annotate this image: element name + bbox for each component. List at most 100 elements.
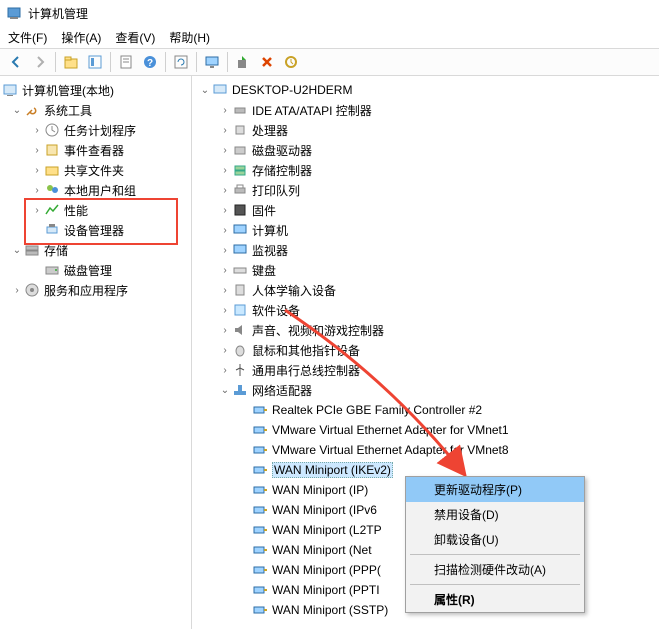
keyboard-icon: [232, 262, 248, 278]
up-button[interactable]: [60, 51, 82, 73]
menu-view[interactable]: 查看(V): [115, 29, 155, 46]
tree-devmgr[interactable]: 设备管理器: [0, 220, 191, 240]
tree-sound[interactable]: › 声音、视频和游戏控制器: [192, 320, 659, 340]
sound-icon: [232, 322, 248, 338]
net-adapter-icon: [252, 482, 268, 498]
tree-services[interactable]: › 服务和应用程序: [0, 280, 191, 300]
left-tree[interactable]: 计算机管理(本地) ⌄ 系统工具 › 任务计划程序 › 事件查看器 › 共享文件…: [0, 76, 192, 629]
tree-firmware[interactable]: ›固件: [192, 200, 659, 220]
tree-label: 软件设备: [252, 302, 300, 319]
event-icon: [44, 142, 60, 158]
tools-icon: [24, 102, 40, 118]
tree-shared[interactable]: › 共享文件夹: [0, 160, 191, 180]
collapse-icon[interactable]: ⌄: [198, 85, 212, 96]
forward-button[interactable]: [29, 51, 51, 73]
expand-icon[interactable]: ›: [30, 125, 44, 136]
tree-diskmgr[interactable]: 磁盘管理: [0, 260, 191, 280]
services-icon: [24, 282, 40, 298]
scan-button[interactable]: [280, 51, 302, 73]
expand-icon[interactable]: ›: [218, 245, 232, 256]
expand-icon[interactable]: ›: [218, 185, 232, 196]
tree-label: 事件查看器: [64, 142, 124, 159]
monitor-button[interactable]: [201, 51, 223, 73]
collapse-icon[interactable]: ⌄: [10, 245, 24, 256]
menu-help[interactable]: 帮助(H): [169, 29, 210, 46]
tree-label: 处理器: [252, 122, 288, 139]
expand-icon[interactable]: ›: [218, 285, 232, 296]
tree-monitor[interactable]: ›监视器: [192, 240, 659, 260]
tree-label: WAN Miniport (PPTI: [272, 583, 380, 597]
tree-perf[interactable]: › 性能: [0, 200, 191, 220]
expand-icon[interactable]: ›: [218, 105, 232, 116]
network-icon: [232, 382, 248, 398]
tree-adapter[interactable]: Realtek PCIe GBE Family Controller #2: [192, 400, 659, 420]
tree-keyboard[interactable]: › 键盘: [192, 260, 659, 280]
delete-button[interactable]: [256, 51, 278, 73]
tree-sys-tools[interactable]: ⌄ 系统工具: [0, 100, 191, 120]
expand-icon[interactable]: ›: [10, 285, 24, 296]
tree-storage-ctrl[interactable]: ›存储控制器: [192, 160, 659, 180]
tree-label: 打印队列: [252, 182, 300, 199]
ctx-scan-hardware[interactable]: 扫描检测硬件改动(A): [406, 557, 584, 582]
expand-icon[interactable]: ›: [30, 185, 44, 196]
expand-icon[interactable]: ›: [218, 125, 232, 136]
tree-adapter[interactable]: VMware Virtual Ethernet Adapter for VMne…: [192, 440, 659, 460]
tree-label: 鼠标和其他指针设备: [252, 342, 360, 359]
context-menu: 更新驱动程序(P) 禁用设备(D) 卸载设备(U) 扫描检测硬件改动(A) 属性…: [405, 476, 585, 613]
tree-netadapter[interactable]: ⌄ 网络适配器: [192, 380, 659, 400]
tree-usb[interactable]: ›通用串行总线控制器: [192, 360, 659, 380]
tree-event-viewer[interactable]: › 事件查看器: [0, 140, 191, 160]
menu-file[interactable]: 文件(F): [8, 29, 47, 46]
tree-label: 网络适配器: [252, 382, 312, 399]
collapse-icon[interactable]: ⌄: [218, 385, 232, 396]
expand-icon[interactable]: ›: [218, 225, 232, 236]
tree-disk[interactable]: ›磁盘驱动器: [192, 140, 659, 160]
users-icon: [44, 182, 60, 198]
tree-hid[interactable]: ›人体学输入设备: [192, 280, 659, 300]
expand-icon[interactable]: ›: [218, 305, 232, 316]
expand-icon[interactable]: ›: [218, 165, 232, 176]
collapse-icon[interactable]: ⌄: [10, 105, 24, 116]
enable-button[interactable]: [232, 51, 254, 73]
refresh-button[interactable]: [170, 51, 192, 73]
tree-computer[interactable]: ›计算机: [192, 220, 659, 240]
properties-button[interactable]: [115, 51, 137, 73]
tree-ide[interactable]: ›IDE ATA/ATAPI 控制器: [192, 100, 659, 120]
tree-label: 服务和应用程序: [44, 282, 128, 299]
tree-root[interactable]: 计算机管理(本地): [0, 80, 191, 100]
expand-icon[interactable]: ›: [218, 265, 232, 276]
expand-icon[interactable]: ›: [218, 145, 232, 156]
toolbar: ?: [0, 48, 659, 76]
expand-icon[interactable]: ›: [218, 365, 232, 376]
software-icon: [232, 302, 248, 318]
tree-adapter[interactable]: VMware Virtual Ethernet Adapter for VMne…: [192, 420, 659, 440]
expand-icon[interactable]: ›: [30, 145, 44, 156]
expand-icon[interactable]: ›: [30, 165, 44, 176]
tree-label: 键盘: [252, 262, 276, 279]
tree-host[interactable]: ⌄ DESKTOP-U2HDERM: [192, 80, 659, 100]
back-button[interactable]: [5, 51, 27, 73]
tree-task-sched[interactable]: › 任务计划程序: [0, 120, 191, 140]
tree-mouse[interactable]: › 鼠标和其他指针设备: [192, 340, 659, 360]
ctx-uninstall-device[interactable]: 卸载设备(U): [406, 527, 584, 552]
tree-software[interactable]: › 软件设备: [192, 300, 659, 320]
expand-icon[interactable]: ›: [30, 205, 44, 216]
tree-cpu[interactable]: › 处理器: [192, 120, 659, 140]
tree-users[interactable]: › 本地用户和组: [0, 180, 191, 200]
tree-label: 声音、视频和游戏控制器: [252, 322, 384, 339]
expand-icon[interactable]: ›: [218, 205, 232, 216]
ctx-properties[interactable]: 属性(R): [406, 587, 584, 612]
ctx-disable-device[interactable]: 禁用设备(D): [406, 502, 584, 527]
ctx-update-driver[interactable]: 更新驱动程序(P): [406, 477, 584, 502]
tree-printq[interactable]: › 打印队列: [192, 180, 659, 200]
tree-storage[interactable]: ⌄ 存储: [0, 240, 191, 260]
help-button[interactable]: ?: [139, 51, 161, 73]
tree-label: 磁盘管理: [64, 262, 112, 279]
expand-icon[interactable]: ›: [218, 325, 232, 336]
tree-label: WAN Miniport (IP): [272, 483, 368, 497]
menu-action[interactable]: 操作(A): [61, 29, 101, 46]
svg-text:?: ?: [147, 58, 153, 69]
net-adapter-icon: [252, 502, 268, 518]
expand-icon[interactable]: ›: [218, 345, 232, 356]
show-hide-button[interactable]: [84, 51, 106, 73]
